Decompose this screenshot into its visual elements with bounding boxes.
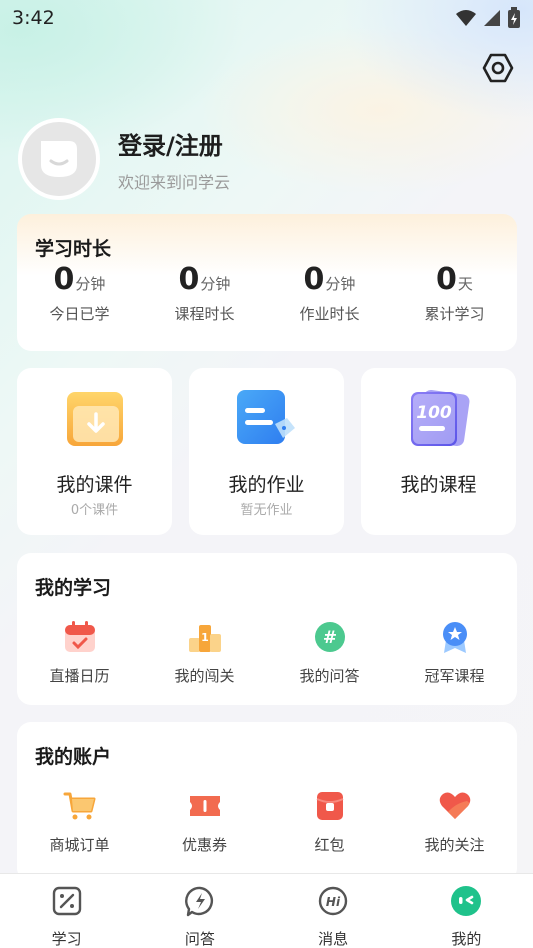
my-qa-item[interactable]: # 我的问答 xyxy=(267,617,392,686)
tile-sub: 0个课件 xyxy=(70,503,119,518)
svg-text:Hi: Hi xyxy=(326,895,341,909)
qa-icon xyxy=(184,886,213,917)
stat-unit: 天 xyxy=(457,275,473,293)
tab-label: 我的 xyxy=(451,930,482,948)
status-icons xyxy=(455,7,521,29)
stat-unit: 分钟 xyxy=(75,275,106,293)
coupons-item[interactable]: 优惠券 xyxy=(142,786,267,855)
battery-icon xyxy=(508,7,520,28)
live-calendar-item[interactable]: 直播日历 xyxy=(17,617,142,686)
stat-label: 课程时长 xyxy=(174,305,235,323)
stat-value: 0 xyxy=(436,262,457,297)
tab-messages[interactable]: Hi 消息 xyxy=(267,874,400,948)
login-register-link[interactable]: 登录/注册 xyxy=(118,126,230,161)
grid-label: 冠军课程 xyxy=(424,667,485,685)
svg-text:#: # xyxy=(322,628,336,648)
study-time-card: 学习时长 0分钟 今日已学 0分钟 课程时长 0分钟 作业时长 0天 累计学习 xyxy=(17,214,517,351)
my-follows-item[interactable]: 我的关注 xyxy=(392,786,517,855)
profile-icon xyxy=(451,886,482,916)
tab-label: 学习 xyxy=(51,930,82,948)
tab-study[interactable]: 学习 xyxy=(0,874,133,948)
heart-icon xyxy=(439,792,470,819)
tab-qa[interactable]: 问答 xyxy=(133,874,266,948)
stat-value: 0 xyxy=(303,262,325,297)
stat-unit: 分钟 xyxy=(200,275,231,293)
hashtag-icon: # xyxy=(314,622,345,652)
tile-sub: 暂无作业 xyxy=(240,503,293,518)
my-challenges-item[interactable]: 1 我的闯关 xyxy=(142,617,267,686)
grid-label: 红包 xyxy=(314,836,345,854)
coupon-icon xyxy=(189,796,220,816)
study-icon xyxy=(52,886,81,916)
wifi-icon xyxy=(456,10,476,26)
calendar-icon xyxy=(64,621,95,652)
svg-text:100: 100 xyxy=(416,403,452,423)
svg-text:1: 1 xyxy=(201,631,209,644)
course-100-icon: 100 xyxy=(411,389,470,447)
my-courses-tile[interactable]: 100 我的课程 xyxy=(361,368,516,535)
bottom-tab-bar: 学习 问答 Hi 消息 我的 xyxy=(0,873,533,948)
tab-label: 消息 xyxy=(318,930,349,948)
tab-label: 问答 xyxy=(184,930,215,948)
red-packet-item[interactable]: 红包 xyxy=(267,786,392,855)
mall-orders-item[interactable]: 商城订单 xyxy=(17,786,142,855)
my-homework-tile[interactable]: 我的作业 暂无作业 xyxy=(189,368,344,535)
grid-label: 我的问答 xyxy=(299,667,360,685)
stat-value: 0 xyxy=(53,262,75,297)
tile-label: 我的作业 xyxy=(228,474,305,496)
grid-label: 直播日历 xyxy=(49,667,110,685)
grid-label: 商城订单 xyxy=(49,836,110,854)
champion-course-item[interactable]: 冠军课程 xyxy=(392,617,517,686)
profile-header[interactable]: 登录/注册 欢迎来到问学云 xyxy=(18,118,230,200)
my-account-section: 我的账户 商城订单 优惠券 红包 我的关注 xyxy=(17,722,517,882)
stat-label: 今日已学 xyxy=(49,305,110,323)
welcome-text: 欢迎来到问学云 xyxy=(118,172,231,192)
stat-total[interactable]: 0天 累计学习 xyxy=(392,262,517,324)
stat-label: 作业时长 xyxy=(299,305,360,323)
message-icon: Hi xyxy=(318,886,348,916)
settings-button[interactable] xyxy=(480,50,516,86)
default-avatar-icon xyxy=(41,141,77,177)
my-learning-title: 我的学习 xyxy=(35,577,112,599)
red-packet-icon xyxy=(316,792,343,820)
signal-icon xyxy=(484,10,500,26)
cart-icon xyxy=(63,792,95,820)
avatar[interactable] xyxy=(18,118,100,200)
settings-icon xyxy=(482,53,514,83)
courseware-icon xyxy=(67,392,123,446)
stat-course[interactable]: 0分钟 课程时长 xyxy=(142,262,267,324)
stat-unit: 分钟 xyxy=(325,275,356,293)
study-time-title: 学习时长 xyxy=(35,238,112,260)
tile-label: 我的课程 xyxy=(400,474,477,496)
my-courseware-tile[interactable]: 我的课件 0个课件 xyxy=(17,368,172,535)
grid-label: 我的关注 xyxy=(424,836,485,854)
podium-icon: 1 xyxy=(188,625,221,652)
grid-label: 优惠券 xyxy=(181,836,227,854)
homework-icon xyxy=(237,390,295,444)
my-learning-section: 我的学习 直播日历 1 我的闯关 # 我的问答 冠军课程 xyxy=(17,553,517,705)
tile-label: 我的课件 xyxy=(56,474,133,496)
my-account-title: 我的账户 xyxy=(35,746,112,768)
tab-profile[interactable]: 我的 xyxy=(400,874,533,948)
status-time: 3:42 xyxy=(12,7,55,29)
stat-homework[interactable]: 0分钟 作业时长 xyxy=(267,262,392,324)
status-bar: 3:42 xyxy=(0,0,533,36)
stat-today[interactable]: 0分钟 今日已学 xyxy=(17,262,142,324)
grid-label: 我的闯关 xyxy=(174,667,235,685)
medal-icon xyxy=(442,622,467,653)
stat-value: 0 xyxy=(178,262,200,297)
stat-label: 累计学习 xyxy=(424,305,485,323)
